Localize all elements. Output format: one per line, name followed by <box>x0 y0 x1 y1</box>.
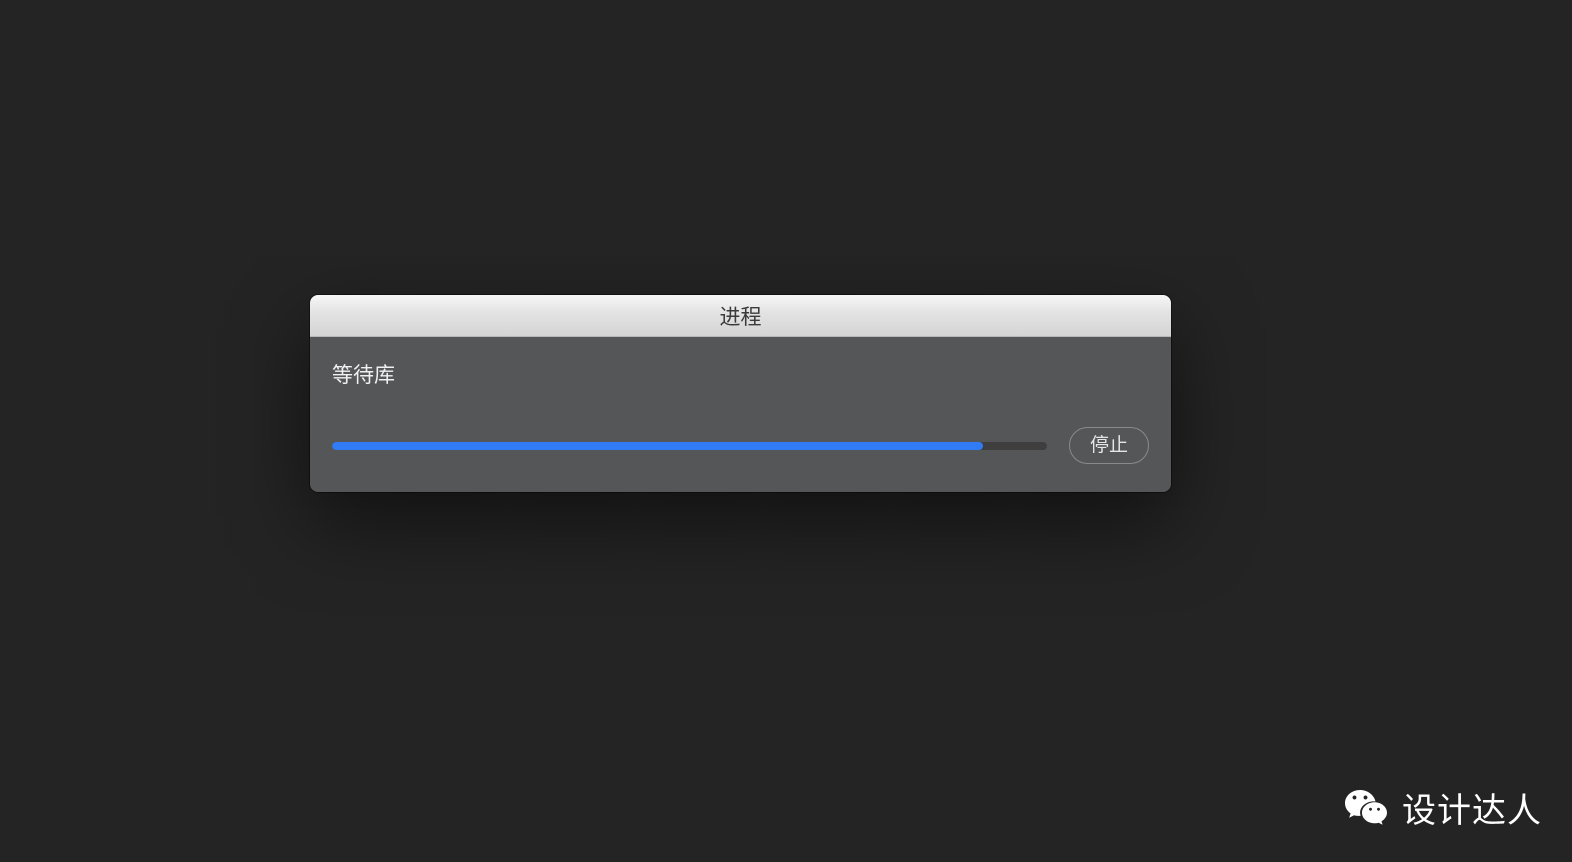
stop-button[interactable]: 停止 <box>1069 427 1149 464</box>
dialog-body: 等待库 停止 <box>310 337 1171 492</box>
progress-fill <box>332 442 983 450</box>
wechat-icon <box>1342 784 1390 832</box>
watermark: 设计达人 <box>1342 783 1542 832</box>
dialog-title: 进程 <box>720 301 762 331</box>
dialog-titlebar: 进程 <box>310 295 1171 337</box>
watermark-text: 设计达人 <box>1402 783 1542 832</box>
status-label: 等待库 <box>332 359 1149 389</box>
progress-bar <box>332 442 1047 450</box>
progress-dialog: 进程 等待库 停止 <box>310 295 1171 492</box>
progress-row: 停止 <box>332 427 1149 464</box>
